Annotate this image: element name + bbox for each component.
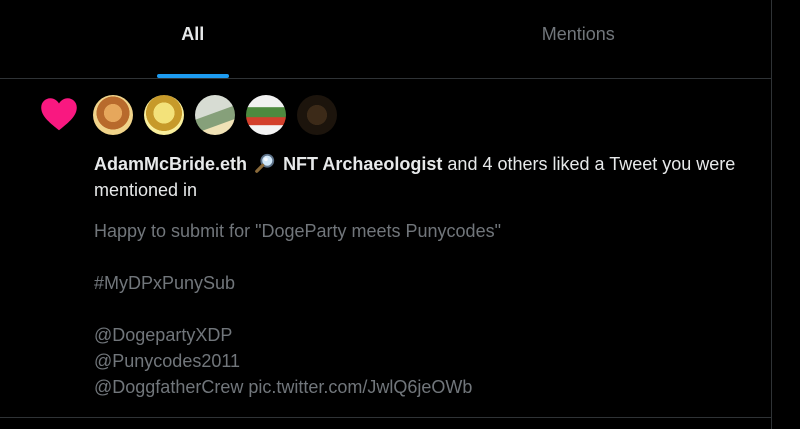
like-notification[interactable]: AdamMcBride.eth NFT Archaeologist and 4 … <box>0 79 771 417</box>
avatar[interactable] <box>93 95 133 135</box>
active-tab-indicator <box>156 74 229 78</box>
tweet-line: Happy to submit for "DogeParty meets Pun… <box>94 221 501 241</box>
user-link-nft-archaeologist[interactable]: NFT Archaeologist <box>283 154 442 174</box>
magnifying-glass-icon <box>255 153 275 173</box>
tab-all-label: All <box>181 23 205 44</box>
mention-link: @DogepartyXDP <box>94 325 233 345</box>
mention-link-with-pic: @DoggfatherCrew pic.twitter.com/JwlQ6jeO… <box>94 377 473 397</box>
heart-icon <box>41 98 77 131</box>
notification-summary: AdamMcBride.eth NFT Archaeologist and 4 … <box>94 151 754 203</box>
notification-tabs: All Mentions <box>0 0 771 79</box>
avatar[interactable] <box>297 95 337 135</box>
tweet-preview[interactable]: Happy to submit for "DogeParty meets Pun… <box>94 218 754 400</box>
avatar[interactable] <box>195 95 235 135</box>
user-link-adammcbride[interactable]: AdamMcBride.eth <box>94 154 247 174</box>
tab-all[interactable]: All <box>0 0 386 78</box>
tab-mentions-label: Mentions <box>541 23 615 44</box>
mention-link: @Punycodes2011 <box>94 351 241 371</box>
notifications-page: All Mentions AdamMcBride.eth NFT Archaeo… <box>0 0 800 429</box>
avatar[interactable] <box>246 95 286 135</box>
avatar[interactable] <box>144 95 184 135</box>
divider <box>0 417 771 418</box>
hashtag-link: #MyDPxPunySub <box>94 273 236 293</box>
tab-mentions[interactable]: Mentions <box>386 0 772 78</box>
column-divider <box>771 0 772 429</box>
liker-avatars <box>93 95 337 135</box>
